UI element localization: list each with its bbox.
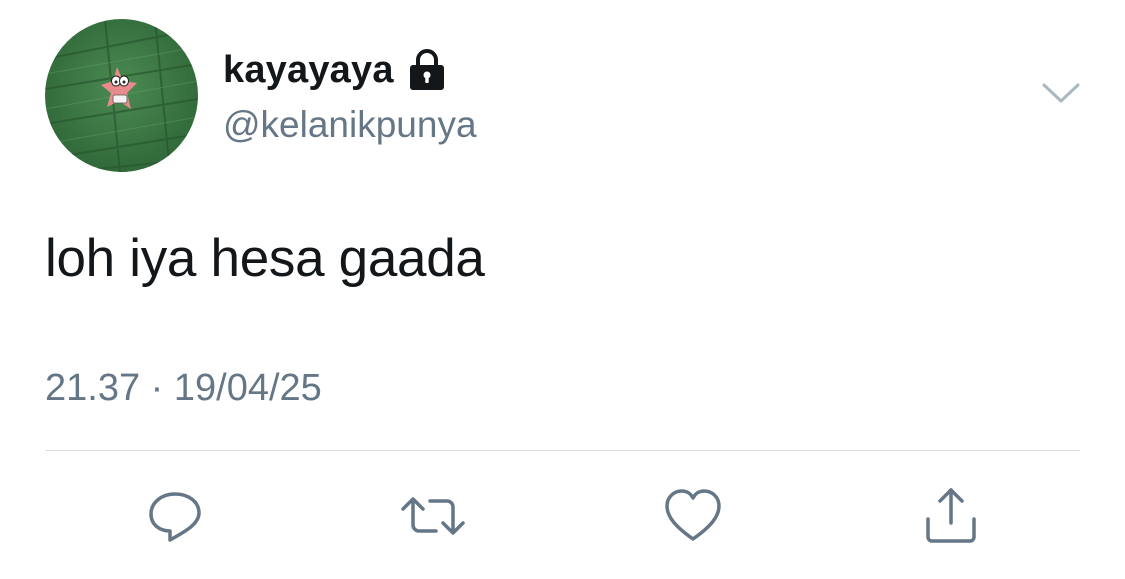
display-name[interactable]: kayayaya <box>223 49 394 92</box>
share-button[interactable] <box>920 485 982 547</box>
reply-icon <box>149 492 201 542</box>
avatar[interactable] <box>45 19 198 172</box>
divider <box>45 450 1080 451</box>
retweet-icon <box>401 497 465 535</box>
tweet-card: kayayaya @kelanikpunya loh iya hesa gaad… <box>0 0 1125 579</box>
retweet-button[interactable] <box>400 485 465 547</box>
chevron-down-icon[interactable] <box>1041 80 1081 106</box>
lock-icon <box>406 48 448 92</box>
reply-button[interactable] <box>144 485 206 547</box>
heart-icon <box>665 489 721 541</box>
timestamp[interactable]: 21.37 · 19/04/25 <box>45 367 322 410</box>
like-button[interactable] <box>662 485 724 547</box>
share-icon <box>926 488 976 543</box>
tweet-text: loh iya hesa gaada <box>45 229 485 288</box>
display-name-row: kayayaya <box>223 44 448 96</box>
avatar-image <box>45 19 198 172</box>
user-handle[interactable]: @kelanikpunya <box>223 104 477 146</box>
